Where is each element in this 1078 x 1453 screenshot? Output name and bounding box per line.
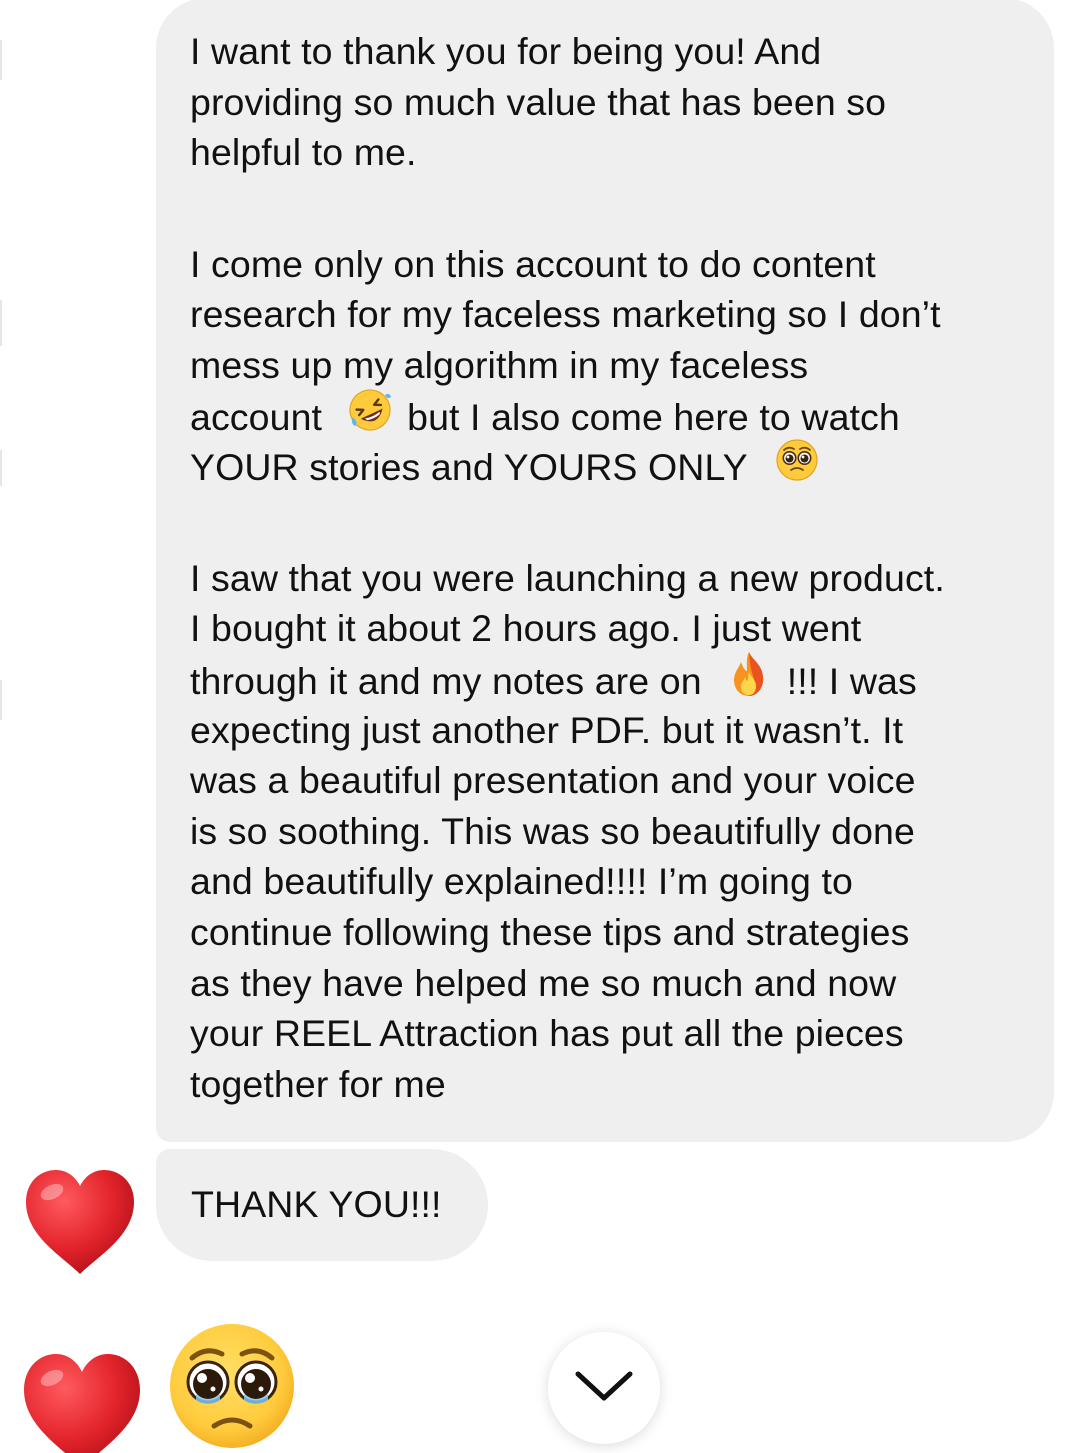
message-text: YOUR stories and YOURS ONLY xyxy=(190,446,748,489)
edge-divider xyxy=(0,40,2,80)
message-line-with-emoji: account but I also come here to watch xyxy=(190,388,1034,442)
fire-icon xyxy=(728,650,770,711)
thanks-message-text: THANK YOU!!! xyxy=(191,1183,442,1225)
heart-reaction-icon[interactable] xyxy=(22,1166,138,1283)
message-line: mess up my algorithm in my faceless xyxy=(190,343,809,386)
message-line: research for my faceless marketing so I … xyxy=(190,293,941,336)
chevron-down-icon xyxy=(574,1368,634,1409)
message-line: continue following these tips and strate… xyxy=(190,910,910,953)
message-bubble[interactable]: I want to thank you for being you! And p… xyxy=(156,0,1054,1142)
message-line: I saw that you were launching a new prod… xyxy=(190,556,945,599)
message-line: and beautifully explained!!!! I’m going … xyxy=(190,860,853,903)
message-line: I bought it about 2 hours ago. I just we… xyxy=(190,607,862,650)
message-text: but I also come here to watch xyxy=(407,395,900,438)
message-line: was a beautiful presentation and your vo… xyxy=(190,759,916,802)
message-line: helpful to me. xyxy=(190,131,417,174)
heart-reaction-icon[interactable] xyxy=(20,1350,144,1453)
message-line-with-emoji: YOUR stories and YOURS ONLY xyxy=(190,439,1034,492)
pleading-face-icon xyxy=(774,437,820,496)
edge-divider xyxy=(0,680,2,720)
message-text: !!! I was xyxy=(786,660,917,703)
message-line: expecting just another PDF. but it wasn’… xyxy=(190,708,904,751)
message-paragraph: I saw that you were launching a new prod… xyxy=(190,553,1034,1110)
message-text: account xyxy=(190,395,323,438)
message-thread: I want to thank you for being you! And p… xyxy=(0,0,1078,1453)
edge-divider xyxy=(0,300,2,346)
message-line: as they have helped me so much and now xyxy=(190,961,897,1004)
message-paragraph: I come only on this account to do conten… xyxy=(190,239,1034,492)
message-line: together for me xyxy=(190,1062,446,1105)
message-text: through it and my notes are on xyxy=(190,660,702,703)
rolling-on-floor-laughing-icon xyxy=(347,387,393,446)
message-line: I come only on this account to do conten… xyxy=(190,242,876,285)
pleading-face-icon[interactable] xyxy=(166,1318,298,1453)
message-paragraph: I want to thank you for being you! And p… xyxy=(190,26,1034,178)
message-line: is so soothing. This was so beautifully … xyxy=(190,809,915,852)
message-line: your REEL Attraction has put all the pie… xyxy=(190,1012,904,1055)
message-line: providing so much value that has been so xyxy=(190,80,887,123)
thanks-message-bubble[interactable]: THANK YOU!!! xyxy=(156,1149,488,1261)
message-line: I want to thank you for being you! And xyxy=(190,30,822,72)
edge-divider xyxy=(0,450,2,486)
message-line-with-emoji: through it and my notes are on !!! I was xyxy=(190,651,1034,705)
scroll-to-bottom-button[interactable] xyxy=(548,1332,660,1444)
